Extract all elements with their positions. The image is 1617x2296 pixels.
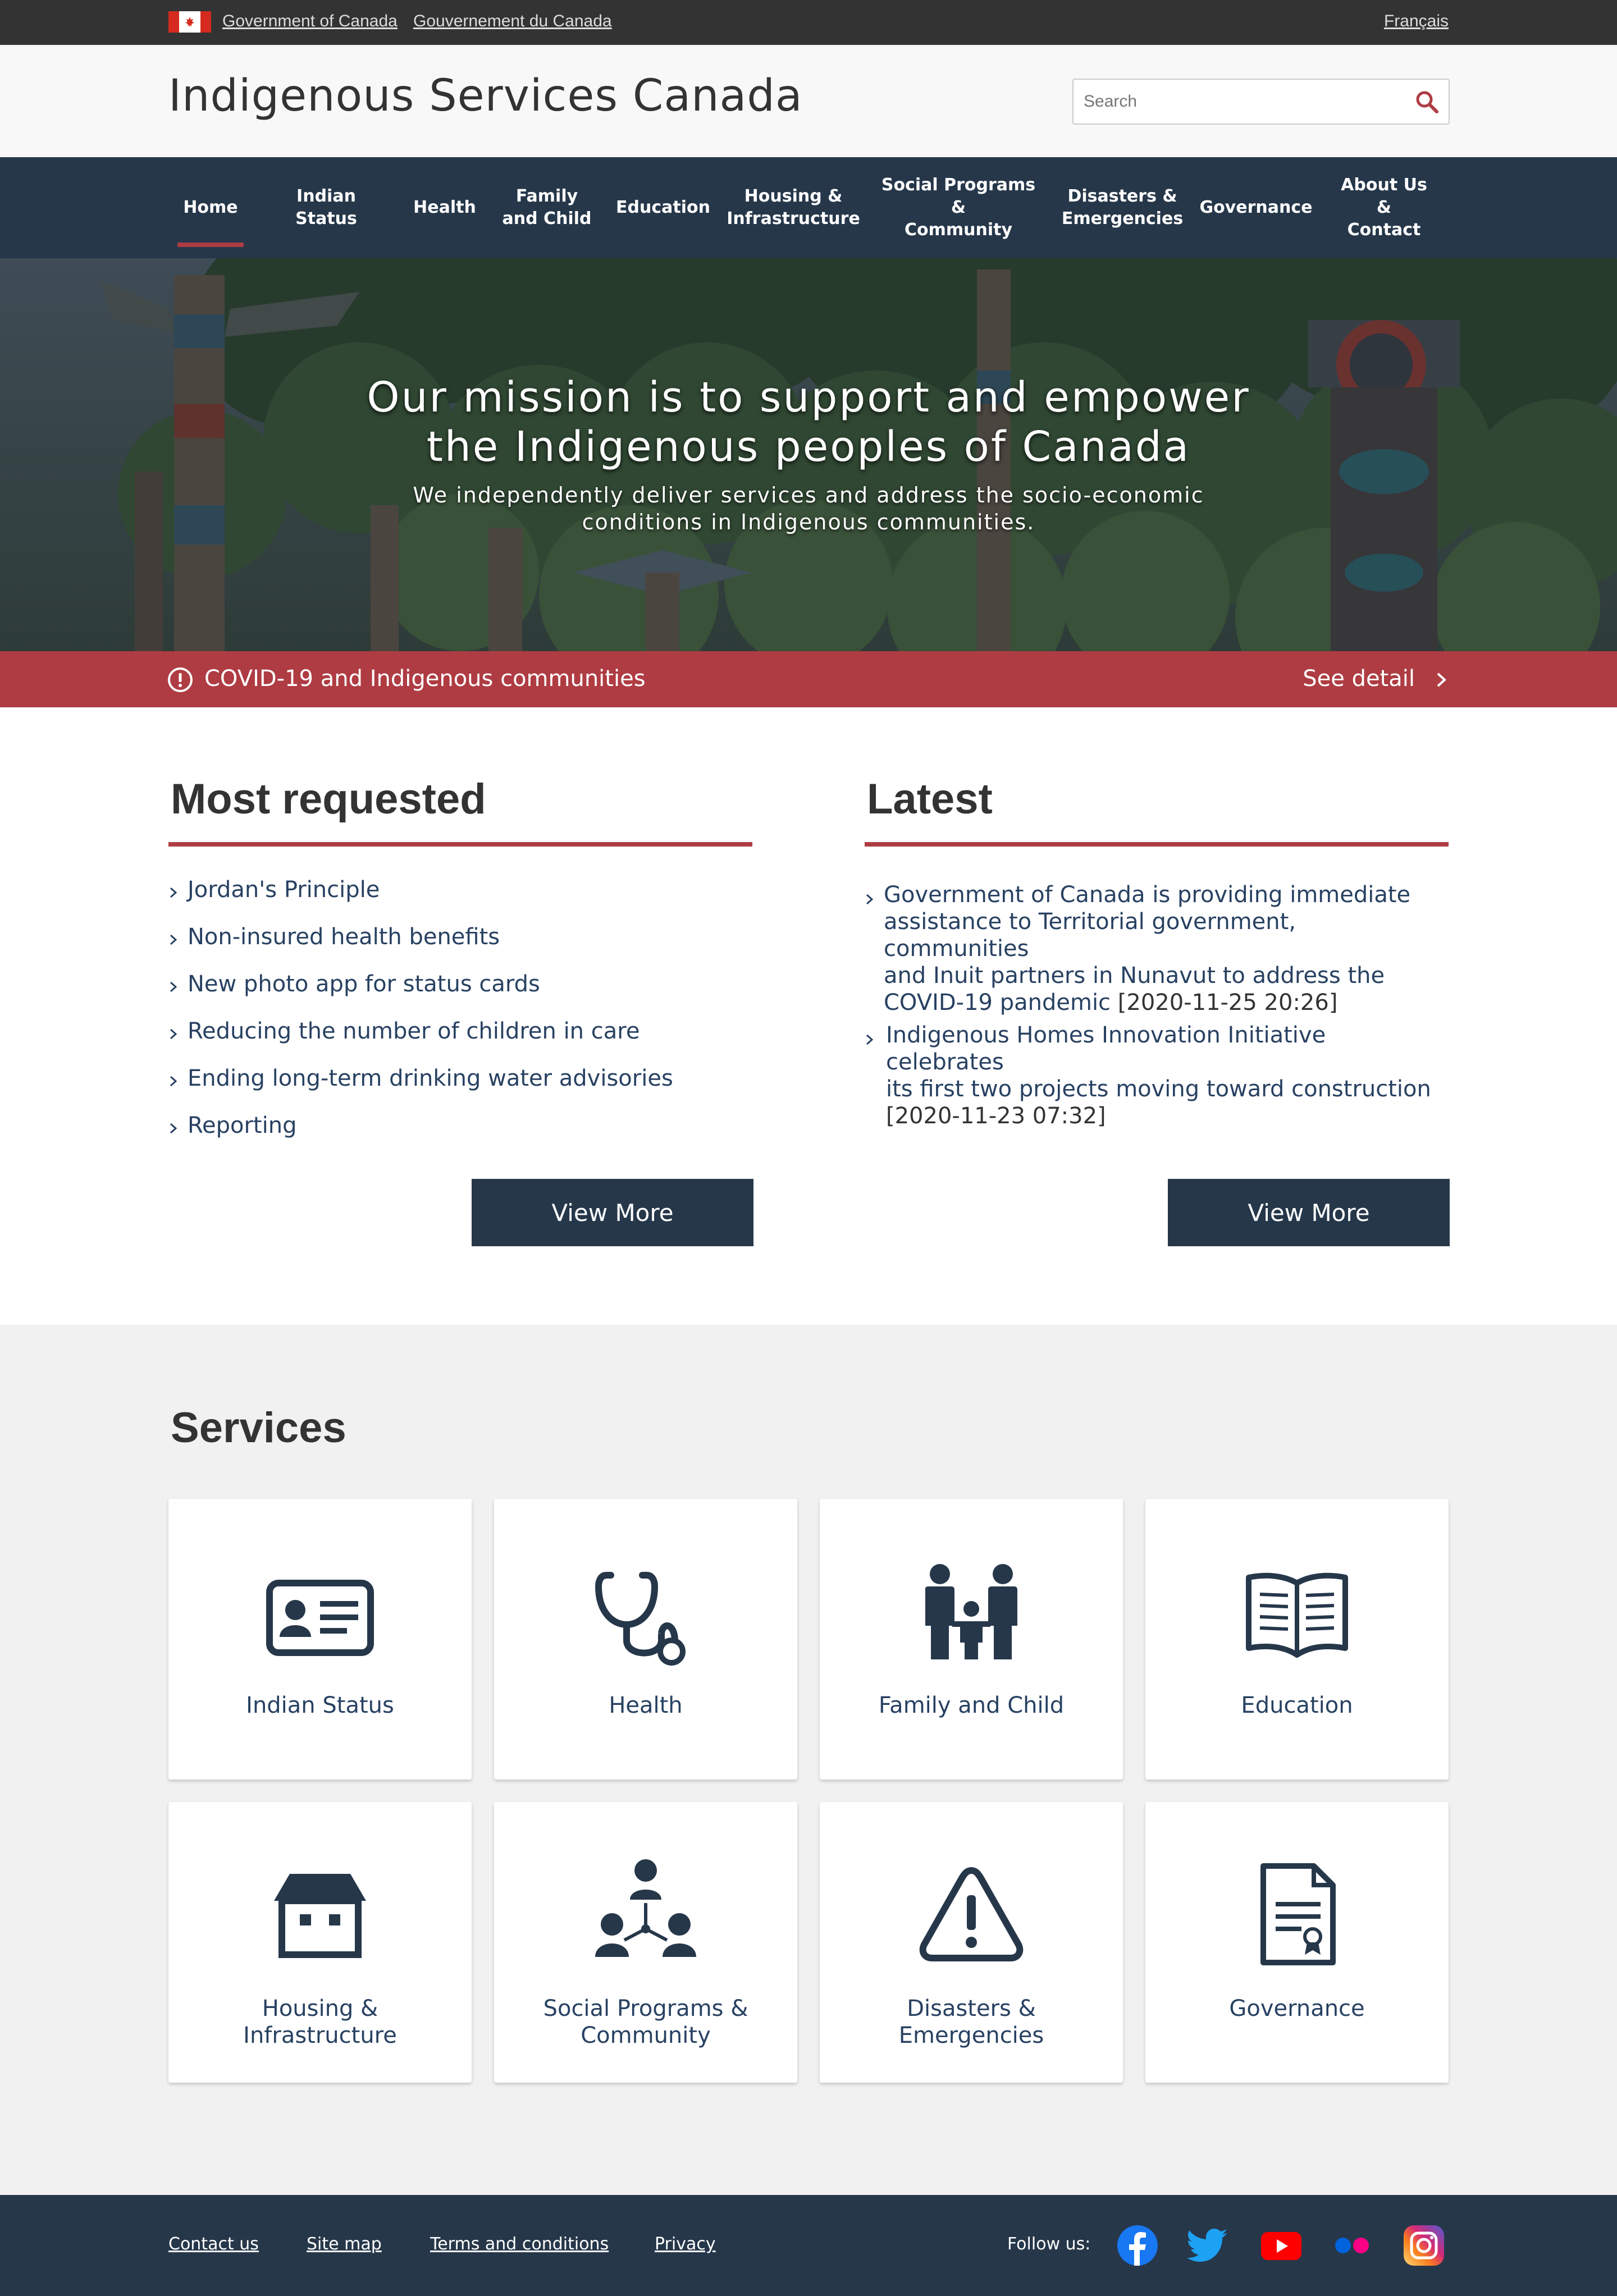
- services-section: Services Indian Status Health Family and…: [0, 1325, 1617, 2195]
- link-jordans-principle[interactable]: Jordan's Principle: [188, 877, 380, 903]
- community-icon: [595, 1859, 696, 1957]
- news-item: Government of Canada is providing immedi…: [865, 881, 1449, 1016]
- service-card-label: Education: [1241, 1693, 1353, 1718]
- service-card-housing-infrastructure[interactable]: Housing & Infrastructure: [168, 1802, 472, 2083]
- flickr-icon[interactable]: [1330, 2223, 1374, 2268]
- nav-item-family-and-child[interactable]: Family and Child: [501, 157, 593, 258]
- hero-banner: Our mission is to support and empower th…: [0, 258, 1617, 651]
- nav-item-disasters-emergencies[interactable]: Disasters & Emergencies: [1062, 157, 1183, 258]
- youtube-icon[interactable]: [1259, 2223, 1304, 2268]
- warning-icon: [919, 1867, 1024, 1961]
- site-header: Indigenous Services Canada: [0, 45, 1617, 157]
- nav-item-about-us-contact[interactable]: About Us & Contact: [1331, 157, 1437, 258]
- canada-flag-icon: [168, 11, 211, 33]
- gouvernement-du-canada-link[interactable]: Gouvernement du Canada: [413, 12, 612, 31]
- federal-identity-bar: Government of Canada Gouvernement du Can…: [0, 0, 1617, 45]
- news-item-date: [2020-11-25 20:26]: [1117, 990, 1338, 1016]
- main-navigation: Home Indian Status Health Family and Chi…: [0, 157, 1617, 258]
- hero-subtitle: We independently deliver services and ad…: [413, 483, 1204, 534]
- link-drinking-water-advisories[interactable]: Ending long-term drinking water advisori…: [188, 1065, 673, 1091]
- family-icon: [925, 1564, 1017, 1659]
- alert-text: COVID-19 and Indigenous communities: [204, 666, 646, 692]
- chevron-right-icon: [170, 1028, 177, 1040]
- nav-item-education[interactable]: Education: [613, 157, 713, 258]
- facebook-icon[interactable]: [1115, 2223, 1160, 2268]
- list-item: Jordan's Principle: [168, 876, 752, 923]
- service-card-label: Housing & Infrastructure: [243, 1996, 397, 2048]
- service-card-disasters-emergencies[interactable]: Disasters & Emergencies: [820, 1802, 1123, 2083]
- services-heading: Services: [171, 1404, 346, 1452]
- service-card-label: Indian Status: [246, 1693, 394, 1718]
- chevron-right-icon: [866, 1034, 874, 1045]
- news-item: Indigenous Homes Innovation Initiative c…: [865, 1022, 1449, 1129]
- service-card-governance[interactable]: Governance: [1145, 1802, 1449, 2083]
- service-card-label: Governance: [1229, 1996, 1365, 2021]
- link-reducing-children-in-care[interactable]: Reducing the number of children in care: [188, 1018, 640, 1044]
- link-non-insured-health-benefits[interactable]: Non-insured health benefits: [188, 924, 500, 950]
- chevron-right-icon: [170, 981, 177, 993]
- service-card-social-programs-community[interactable]: Social Programs & Community: [494, 1802, 797, 2083]
- service-card-health[interactable]: Health: [494, 1499, 797, 1780]
- most-requested-list: Jordan's Principle Non-insured health be…: [168, 876, 752, 1159]
- nav-item-home[interactable]: Home: [177, 157, 244, 258]
- government-of-canada-link[interactable]: Government of Canada: [222, 12, 398, 31]
- twitter-icon[interactable]: [1186, 2223, 1231, 2268]
- list-item: Reducing the number of children in care: [168, 1017, 752, 1064]
- follow-us-label: Follow us:: [1007, 2234, 1091, 2254]
- stethoscope-icon: [595, 1572, 686, 1666]
- exclamation-circle-icon: [168, 667, 193, 692]
- section-divider: [168, 842, 752, 847]
- site-title[interactable]: Indigenous Services Canada: [168, 71, 803, 121]
- list-item: Reporting: [168, 1112, 752, 1159]
- search-icon[interactable]: [1414, 89, 1440, 115]
- most-requested-view-more-button[interactable]: View More: [472, 1179, 753, 1246]
- news-item-date: [2020-11-23 07:32]: [886, 1103, 1106, 1129]
- certificate-document-icon: [1260, 1863, 1336, 1965]
- instagram-icon[interactable]: [1401, 2223, 1446, 2268]
- open-book-icon: [1246, 1572, 1348, 1658]
- service-card-label: Health: [609, 1693, 683, 1718]
- service-card-family-and-child[interactable]: Family and Child: [820, 1499, 1123, 1780]
- news-item-link[interactable]: Indigenous Homes Innovation Initiative c…: [886, 1022, 1431, 1102]
- contact-us-link[interactable]: Contact us: [168, 2234, 259, 2254]
- latest-view-more-button[interactable]: View More: [1168, 1179, 1450, 1246]
- nav-item-indian-status[interactable]: Indian Status: [264, 157, 389, 258]
- link-photo-app-status-cards[interactable]: New photo app for status cards: [188, 971, 540, 997]
- nav-item-governance[interactable]: Governance: [1199, 157, 1312, 258]
- covid-alert-bar[interactable]: COVID-19 and Indigenous communities See …: [0, 651, 1617, 707]
- list-item: Non-insured health benefits: [168, 923, 752, 970]
- privacy-link[interactable]: Privacy: [655, 2234, 716, 2254]
- service-card-label: Disasters & Emergencies: [898, 1996, 1044, 2048]
- chevron-right-icon: [170, 887, 177, 898]
- site-footer: Contact us Site map Terms and conditions…: [0, 2195, 1617, 2296]
- latest-heading: Latest: [867, 775, 993, 823]
- search-input[interactable]: [1084, 80, 1398, 124]
- nav-item-social-programs-community[interactable]: Social Programs & Community: [874, 157, 1043, 258]
- nav-item-housing-infrastructure[interactable]: Housing & Infrastructure: [727, 157, 860, 258]
- see-detail-link[interactable]: See detail: [1303, 666, 1415, 692]
- terms-and-conditions-link[interactable]: Terms and conditions: [430, 2234, 609, 2254]
- service-card-indian-status[interactable]: Indian Status: [168, 1499, 472, 1780]
- most-requested-heading: Most requested: [171, 775, 486, 823]
- id-card-icon: [266, 1580, 374, 1656]
- house-icon: [274, 1874, 366, 1958]
- hero-title: Our mission is to support and empower th…: [367, 373, 1250, 471]
- chevron-right-icon: [170, 934, 177, 945]
- chevron-right-icon: [170, 1123, 177, 1134]
- section-divider: [865, 842, 1449, 847]
- service-card-label: Family and Child: [878, 1693, 1065, 1718]
- chevron-right-icon: [1437, 673, 1446, 687]
- service-card-label: Social Programs & Community: [543, 1996, 748, 2048]
- list-item: New photo app for status cards: [168, 970, 752, 1017]
- service-card-education[interactable]: Education: [1145, 1499, 1449, 1780]
- chevron-right-icon: [170, 1076, 177, 1087]
- search-box: [1072, 79, 1450, 125]
- chevron-right-icon: [866, 894, 874, 905]
- link-reporting[interactable]: Reporting: [188, 1113, 296, 1138]
- language-toggle-link[interactable]: Français: [1384, 12, 1449, 31]
- site-map-link[interactable]: Site map: [307, 2234, 382, 2254]
- nav-item-health[interactable]: Health: [409, 157, 481, 258]
- list-item: Ending long-term drinking water advisori…: [168, 1064, 752, 1112]
